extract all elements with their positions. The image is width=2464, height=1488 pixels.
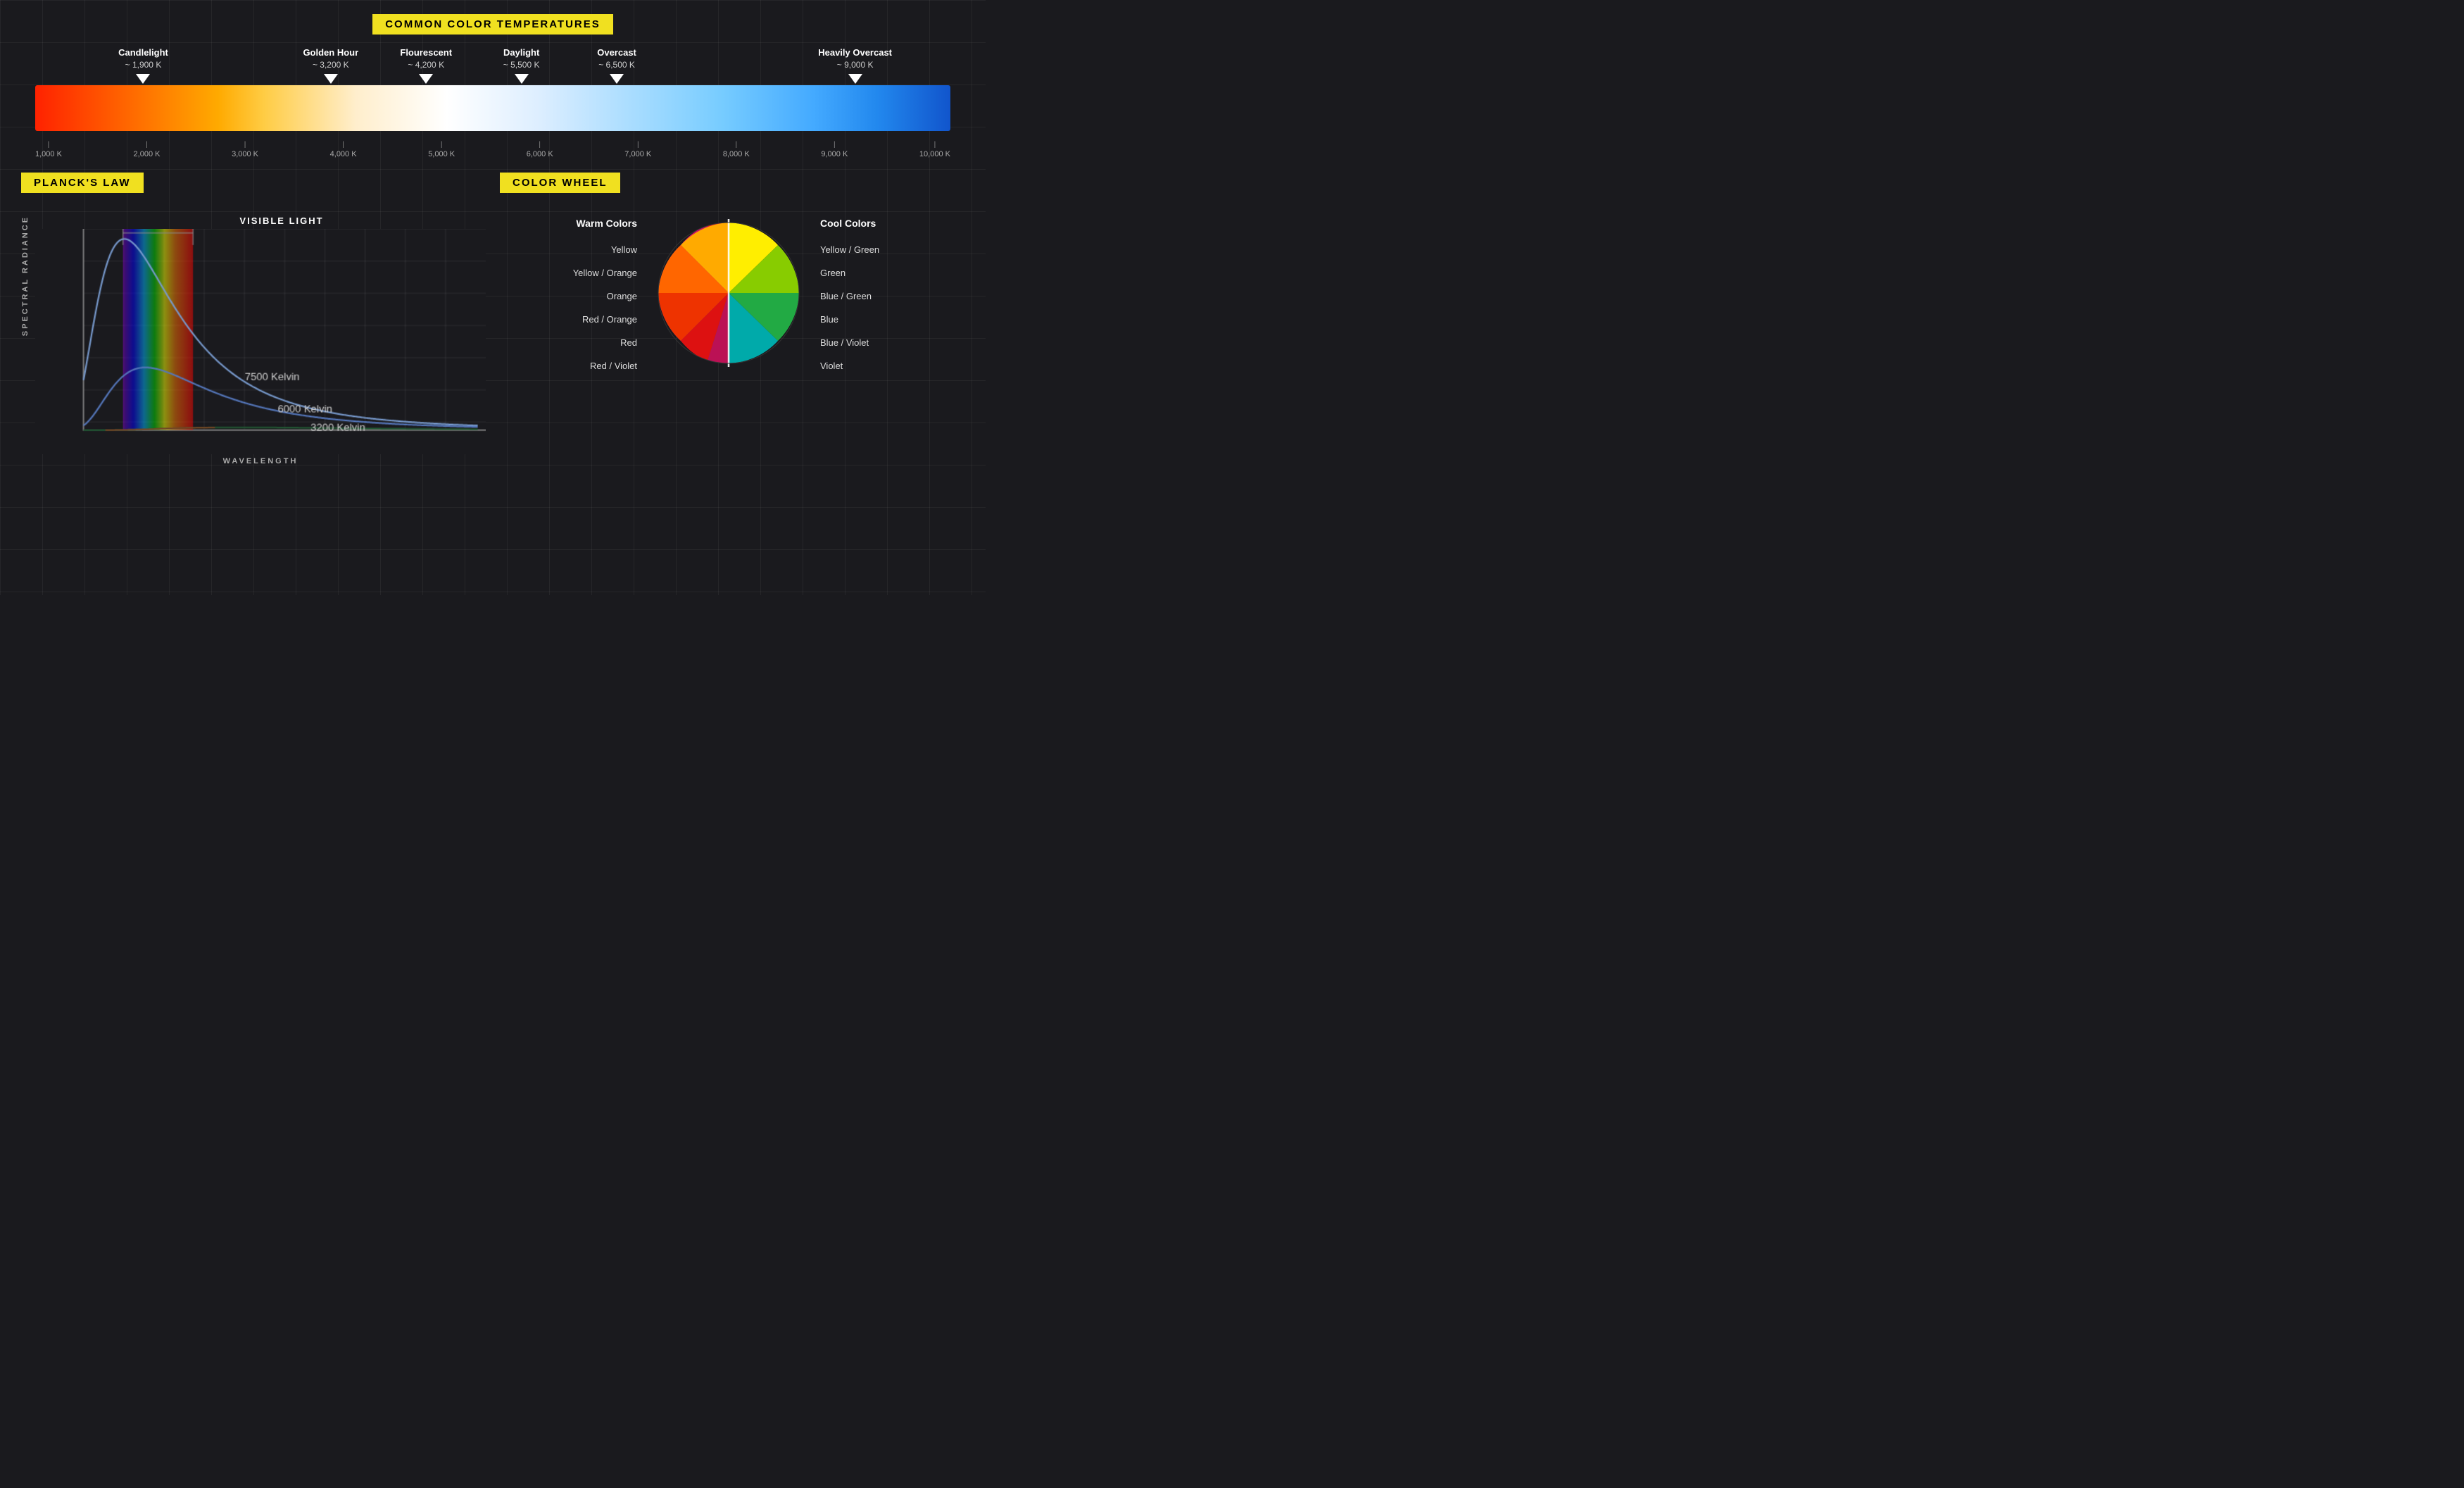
warm-label-red-orange: Red / Orange bbox=[560, 314, 637, 325]
temp-label-golden-hour: Golden Hour ~ 3,200 K bbox=[283, 47, 378, 71]
arrow-overcast bbox=[610, 74, 624, 84]
scale-7000k: 7,000 K bbox=[624, 141, 651, 158]
color-wheel-svg-container bbox=[651, 215, 806, 374]
cool-label-green: Green bbox=[820, 268, 905, 278]
scale-1000k: 1,000 K bbox=[35, 141, 62, 158]
warm-label-red-violet: Red / Violet bbox=[560, 361, 637, 371]
cool-label-blue-violet: Blue / Violet bbox=[820, 337, 905, 348]
scale-6000k: 6,000 K bbox=[527, 141, 553, 158]
arrow-flourescent bbox=[419, 74, 433, 84]
wheel-content: Warm Colors Yellow Yellow / Orange Orang… bbox=[500, 215, 964, 374]
arrow-golden-hour bbox=[324, 74, 338, 84]
color-wheel-svg bbox=[651, 215, 806, 370]
temp-label-flourescent: Flourescent ~ 4,200 K bbox=[379, 47, 474, 71]
plancks-panel: PLANCK'S LAW SPECTRAL RADIANCE VISIBLE L… bbox=[21, 173, 486, 465]
color-wheel-badge: COLOR WHEEL bbox=[500, 173, 620, 193]
bottom-section: PLANCK'S LAW SPECTRAL RADIANCE VISIBLE L… bbox=[21, 173, 964, 465]
temp-label-candlelight: Candlelight ~ 1,900 K bbox=[99, 47, 187, 71]
cool-labels-column: Cool Colors Yellow / Green Green Blue / … bbox=[820, 218, 905, 371]
plancks-chart-area: SPECTRAL RADIANCE VISIBLE LIGHT WAVELENG… bbox=[21, 215, 486, 465]
cool-label-yellow-green: Yellow / Green bbox=[820, 244, 905, 255]
y-axis-label: SPECTRAL RADIANCE bbox=[21, 215, 30, 336]
top-section: COMMON COLOR TEMPERATURES Candlelight ~ … bbox=[21, 14, 964, 158]
temp-label-heavily-overcast: Heavily Overcast ~ 9,000 K bbox=[791, 47, 919, 71]
scale-4000k: 4,000 K bbox=[330, 141, 357, 158]
warm-labels-column: Warm Colors Yellow Yellow / Orange Orang… bbox=[560, 218, 637, 371]
temperature-labels: Candlelight ~ 1,900 K Golden Hour ~ 3,20… bbox=[21, 47, 964, 71]
warm-label-orange: Orange bbox=[560, 291, 637, 301]
scale-9000k: 9,000 K bbox=[821, 141, 848, 158]
page-wrapper: COMMON COLOR TEMPERATURES Candlelight ~ … bbox=[0, 0, 986, 480]
cool-label-violet: Violet bbox=[820, 361, 905, 371]
chart-container: VISIBLE LIGHT WAVELENGTH bbox=[35, 215, 486, 465]
cool-title: Cool Colors bbox=[820, 218, 905, 229]
temp-label-daylight: Daylight ~ 5,500 K bbox=[474, 47, 569, 71]
cool-label-blue-green: Blue / Green bbox=[820, 291, 905, 301]
arrows-row bbox=[21, 74, 964, 84]
warm-label-red: Red bbox=[560, 337, 637, 348]
scale-10000k: 10,000 K bbox=[919, 141, 950, 158]
scale-row: 1,000 K 2,000 K 3,000 K 4,000 K 5,000 K … bbox=[21, 138, 964, 158]
common-temp-badge: COMMON COLOR TEMPERATURES bbox=[372, 14, 613, 35]
visible-light-label: VISIBLE LIGHT bbox=[77, 215, 486, 226]
scale-3000k: 3,000 K bbox=[232, 141, 258, 158]
warm-label-yellow-orange: Yellow / Orange bbox=[560, 268, 637, 278]
arrow-daylight bbox=[515, 74, 529, 84]
cool-label-blue: Blue bbox=[820, 314, 905, 325]
x-axis-label: WAVELENGTH bbox=[35, 457, 486, 465]
color-wheel-panel: COLOR WHEEL Warm Colors Yellow Yellow / … bbox=[500, 173, 964, 465]
planck-chart bbox=[35, 229, 486, 454]
gradient-bar bbox=[35, 85, 950, 131]
gradient-bar-container bbox=[21, 85, 964, 131]
arrow-heavily-overcast bbox=[848, 74, 862, 84]
scale-5000k: 5,000 K bbox=[428, 141, 455, 158]
temp-label-overcast: Overcast ~ 6,500 K bbox=[569, 47, 664, 71]
arrow-candlelight bbox=[136, 74, 150, 84]
warm-label-yellow: Yellow bbox=[560, 244, 637, 255]
scale-2000k: 2,000 K bbox=[134, 141, 161, 158]
planck-badge: PLANCK'S LAW bbox=[21, 173, 144, 193]
warm-title: Warm Colors bbox=[560, 218, 637, 229]
scale-8000k: 8,000 K bbox=[723, 141, 750, 158]
